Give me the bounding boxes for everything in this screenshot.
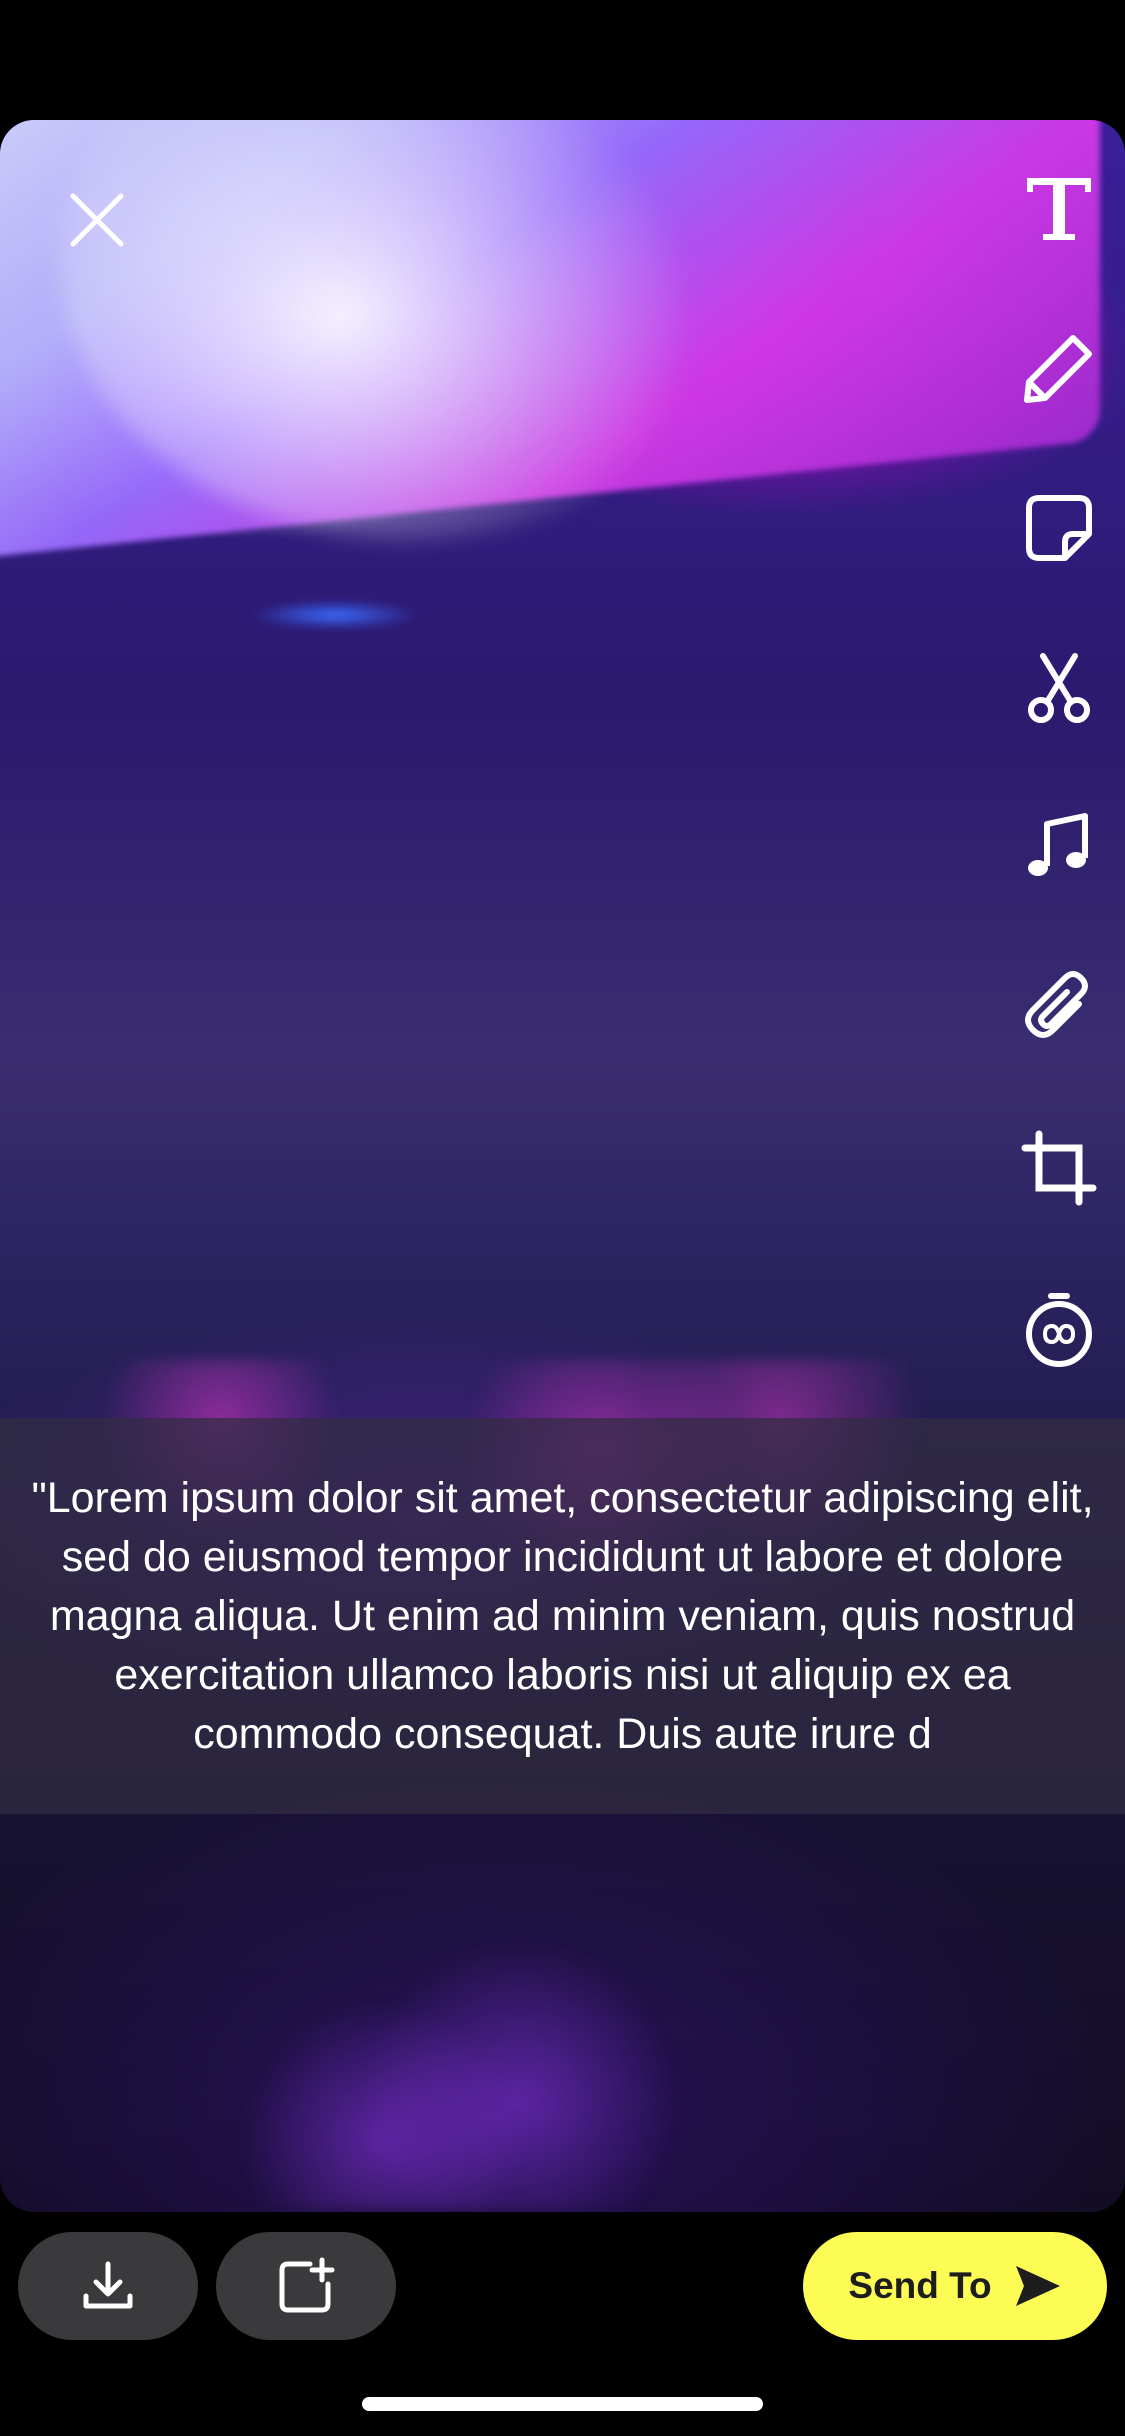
pencil-icon [1024,335,1092,403]
caption-text[interactable]: "Lorem ipsum dolor sit amet, consectetur… [23,1469,1103,1764]
home-indicator[interactable] [362,2397,763,2411]
timer-icon [1026,1293,1092,1367]
snap-editor-screen: "Lorem ipsum dolor sit amet, consectetur… [0,0,1125,2436]
sticker-tool-button[interactable] [1021,490,1097,566]
text-caption-overlay[interactable]: "Lorem ipsum dolor sit amet, consectetur… [0,1418,1125,1814]
text-tool-button[interactable] [1021,170,1097,246]
paperclip-icon [1025,971,1088,1038]
scissors-tool-button[interactable] [1021,650,1097,726]
close-icon [70,193,124,247]
send-to-label: Send To [848,2265,992,2306]
photo-blue-light [250,600,420,630]
add-story-icon [279,2257,335,2313]
text-icon [1027,178,1091,240]
download-icon [83,2261,133,2309]
crop-icon [1021,1130,1097,1206]
close-button[interactable] [55,178,139,262]
add-to-story-button[interactable] [216,2232,396,2340]
captured-photo [0,120,1125,2212]
send-to-button[interactable]: Send To [803,2232,1107,2340]
music-icon [1028,813,1088,876]
crop-tool-button[interactable] [1021,1130,1097,1206]
draw-tool-button[interactable] [1021,330,1097,406]
music-tool-button[interactable] [1021,810,1097,886]
attachment-tool-button[interactable] [1021,970,1097,1046]
timer-tool-button[interactable] [1021,1292,1097,1368]
send-arrow-icon [1015,2266,1060,2306]
sticker-icon [1026,495,1092,561]
scissors-icon [1028,653,1090,723]
save-button[interactable] [18,2232,198,2340]
